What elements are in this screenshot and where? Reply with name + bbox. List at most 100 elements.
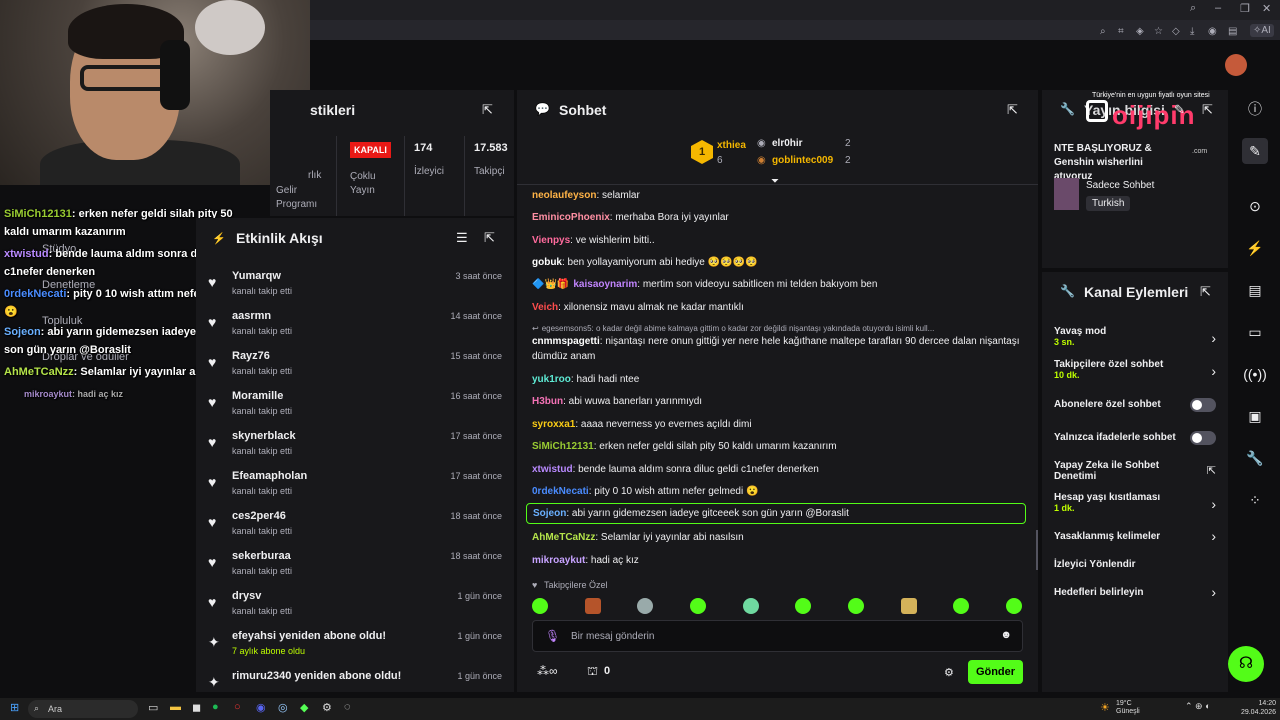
- sidebar-icon[interactable]: ▤: [1228, 26, 1237, 37]
- chat-username[interactable]: SiMiCh12131: [532, 441, 594, 452]
- category-name[interactable]: Sadece Sohbet: [1086, 180, 1154, 191]
- chat-username[interactable]: yuk1roo: [532, 374, 571, 385]
- popout-icon[interactable]: ⇱: [1202, 102, 1213, 118]
- mic-icon[interactable]: 🎙: [545, 629, 560, 643]
- settings-icon[interactable]: ⚙: [944, 666, 954, 679]
- raid-item[interactable]: İzleyici Yönlendir: [1054, 559, 1220, 570]
- app-icon[interactable]: ◆: [300, 701, 308, 714]
- chat-username[interactable]: EminicoPhoenix: [532, 212, 610, 223]
- chat-input[interactable]: 🎙 Bir mesaj gönderin ☻: [532, 620, 1023, 652]
- broadcast-icon[interactable]: ((•)): [1242, 361, 1268, 387]
- minimize-icon[interactable]: –: [1215, 2, 1221, 14]
- camera-icon[interactable]: ⊙: [1242, 193, 1268, 219]
- activity-username[interactable]: skynerblack: [232, 430, 296, 442]
- chevron-right-icon[interactable]: ›: [1211, 584, 1216, 600]
- chat-username[interactable]: syroxxa1: [532, 419, 575, 430]
- extension-icon[interactable]: ◈: [1136, 26, 1144, 37]
- leader-first-user[interactable]: xthiea: [717, 140, 746, 151]
- activity-username[interactable]: drysv: [232, 590, 261, 602]
- layout-icon[interactable]: ▣: [1242, 403, 1268, 429]
- store-icon[interactable]: ⛫: [587, 664, 598, 680]
- nodes-icon[interactable]: ⁘: [1242, 487, 1268, 513]
- collapse-icon[interactable]: ⏷: [771, 176, 779, 187]
- chevron-right-icon[interactable]: ›: [1211, 330, 1216, 346]
- leader-third-user[interactable]: goblintec009: [772, 155, 833, 166]
- emote-icon[interactable]: [795, 598, 812, 614]
- chat-username[interactable]: 0rdekNecati: [532, 486, 589, 497]
- settings-icon[interactable]: ⚙: [322, 701, 332, 714]
- emote-icon[interactable]: [847, 598, 864, 614]
- pencil-icon[interactable]: ✎: [1242, 138, 1268, 164]
- tray-icons[interactable]: ⌃ ⊕ ◐: [1185, 701, 1211, 712]
- chat-username[interactable]: H3bun: [532, 396, 563, 407]
- windows-start-icon[interactable]: ⊞: [10, 701, 19, 714]
- chevron-right-icon[interactable]: ›: [1211, 528, 1216, 544]
- emote-icon[interactable]: [637, 598, 654, 614]
- activity-username[interactable]: efeyahsi yeniden abone oldu!: [232, 630, 386, 642]
- emote-icon[interactable]: [900, 598, 917, 614]
- emoji-icon[interactable]: ☻: [1000, 629, 1012, 641]
- popout-icon[interactable]: ⇱: [1200, 284, 1211, 300]
- bolt-icon[interactable]: ⚡: [1242, 235, 1268, 261]
- chevron-right-icon[interactable]: ›: [1211, 496, 1216, 512]
- download-icon[interactable]: ⤓: [1190, 26, 1194, 37]
- headset-support-button[interactable]: ☊: [1228, 646, 1264, 682]
- popout-icon[interactable]: ⇱: [482, 102, 493, 118]
- chevron-right-icon[interactable]: ›: [1211, 363, 1216, 379]
- chat-username[interactable]: Sojeon: [533, 508, 566, 519]
- info-icon[interactable]: ⓘ: [1242, 96, 1268, 122]
- activity-username[interactable]: aasrmn: [232, 310, 271, 322]
- discord-icon[interactable]: ◉: [256, 701, 266, 714]
- search-icon[interactable]: ⌕: [1190, 2, 1196, 15]
- chat-username[interactable]: cnmmspagetti: [532, 336, 600, 347]
- goals-item[interactable]: Hedefleri belirleyin: [1054, 587, 1220, 598]
- activity-username[interactable]: ces2per46: [232, 510, 286, 522]
- taskview-icon[interactable]: ▭: [148, 701, 158, 714]
- steam-icon[interactable]: ◎: [278, 701, 288, 714]
- subscribers-only-toggle[interactable]: [1190, 398, 1216, 412]
- slow-mode-item[interactable]: Yavaş mod 3 sn.: [1054, 326, 1220, 347]
- activity-username[interactable]: sekerburaa: [232, 550, 291, 562]
- emote-icon[interactable]: [1005, 598, 1022, 614]
- chat-username[interactable]: xtwistud: [532, 464, 573, 475]
- spotify-icon[interactable]: ●: [212, 701, 219, 713]
- account-age-item[interactable]: Hesap yaşı kısıtlaması 1 dk.: [1054, 492, 1220, 513]
- filter-icon[interactable]: ☰: [456, 230, 468, 246]
- chat-bubble-icon[interactable]: ▭: [1242, 319, 1268, 345]
- activity-username[interactable]: Moramille: [232, 390, 283, 402]
- opera-icon[interactable]: ○: [234, 701, 241, 713]
- ai-icon[interactable]: ✧AI: [1250, 24, 1274, 37]
- star-icon[interactable]: ☆: [1154, 26, 1163, 37]
- ai-moderation-item[interactable]: Yapay Zeka ile Sohbet Denetimi: [1054, 460, 1184, 482]
- emote-icon[interactable]: [532, 598, 548, 614]
- zoom-icon[interactable]: ⌕: [1100, 26, 1106, 37]
- edit-icon[interactable]: ✎: [1174, 102, 1185, 118]
- chat-username[interactable]: gobuk: [532, 257, 562, 268]
- emote-icon[interactable]: [742, 598, 759, 614]
- category-thumbnail[interactable]: [1054, 178, 1079, 210]
- send-button[interactable]: Gönder: [968, 660, 1023, 684]
- chat-username[interactable]: mikroaykut: [532, 555, 585, 566]
- emote-icon[interactable]: [689, 598, 706, 614]
- wrench-icon[interactable]: 🔧: [1242, 445, 1268, 471]
- app-icon[interactable]: ◌: [344, 701, 351, 713]
- chat-username[interactable]: Veich: [532, 302, 558, 313]
- taskbar-search[interactable]: ⌕ Ara: [28, 700, 138, 718]
- banned-words-item[interactable]: Yasaklanmış kelimeler: [1054, 531, 1220, 542]
- puzzle-icon[interactable]: ◇: [1172, 26, 1180, 37]
- emote-icon[interactable]: [953, 598, 970, 614]
- maximize-icon[interactable]: ❐: [1240, 2, 1250, 15]
- activity-username[interactable]: Rayz76: [232, 350, 270, 362]
- emote-icon[interactable]: [584, 598, 601, 614]
- leader-second-user[interactable]: elr0hir: [772, 138, 803, 149]
- activity-username[interactable]: Yumarqw: [232, 270, 281, 282]
- folder-icon[interactable]: ▬: [170, 701, 181, 713]
- chat-username[interactable]: neolaufeyson: [532, 190, 596, 201]
- chat-username[interactable]: kaisaoynarim: [573, 279, 637, 290]
- close-icon[interactable]: ✕: [1262, 2, 1271, 15]
- followers-only-item[interactable]: Takipçilere özel sohbet 10 dk.: [1054, 359, 1220, 380]
- avatar[interactable]: [1225, 54, 1247, 76]
- infinity-icon[interactable]: ⁂∞: [537, 664, 558, 678]
- popout-icon[interactable]: ⇱: [484, 230, 495, 246]
- popout-icon[interactable]: ⇱: [1007, 102, 1018, 118]
